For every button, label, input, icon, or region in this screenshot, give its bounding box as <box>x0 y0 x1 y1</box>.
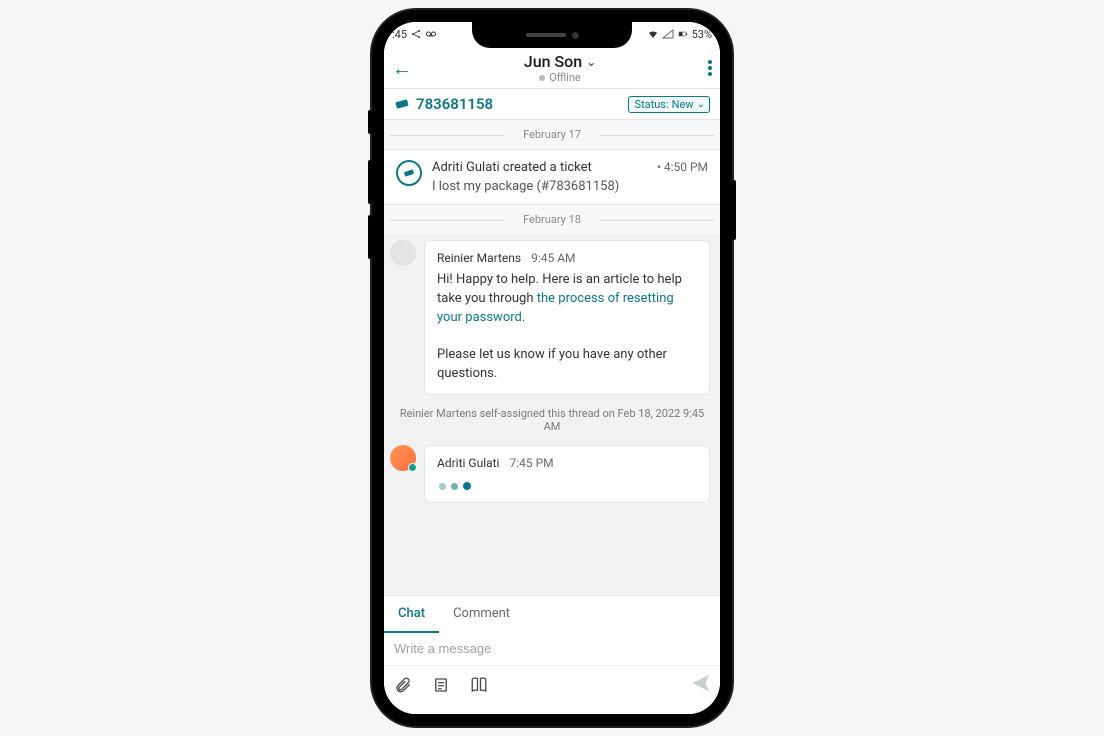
ticket-link[interactable]: 783681158 <box>394 95 493 113</box>
notch <box>472 22 632 48</box>
presence-dot-offline <box>539 75 545 81</box>
avatar[interactable] <box>390 240 416 266</box>
chevron-down-icon: ⌄ <box>697 99 705 110</box>
status-dropdown[interactable]: Status: New ⌄ <box>628 96 710 113</box>
date-separator: February 17 <box>384 120 720 149</box>
presence-dot-online <box>408 463 417 472</box>
typing-indicator <box>437 476 697 492</box>
signal-icon <box>662 28 674 40</box>
share-icon <box>410 28 422 40</box>
message-row: Reinier Martens 9:45 AM Hi! Happy to hel… <box>384 234 720 401</box>
phone-power-button <box>732 180 736 240</box>
phone-mute-button <box>368 110 372 134</box>
header-title-wrap[interactable]: Jun Son ⌄ Offline <box>418 52 702 84</box>
phone-volume-down <box>368 215 372 259</box>
phone-volume-up <box>368 160 372 204</box>
tab-comment[interactable]: Comment <box>439 596 524 633</box>
contact-name: Jun Son <box>524 52 582 71</box>
ticket-icon <box>394 96 410 112</box>
date-separator: February 18 <box>384 205 720 234</box>
message-bubble-typing: Adriti Gulati 7:45 PM <box>424 445 710 503</box>
ticket-id: 783681158 <box>416 95 493 113</box>
message-row: Adriti Gulati 7:45 PM <box>384 439 720 509</box>
ticket-bar: 783681158 Status: New ⌄ <box>384 89 720 120</box>
event-actor: Adriti Gulati created a ticket <box>432 160 592 175</box>
android-nav: ‹ <box>384 690 720 710</box>
tab-chat[interactable]: Chat <box>384 596 439 633</box>
voicemail-icon <box>425 28 437 40</box>
chevron-down-icon: ⌄ <box>586 55 596 69</box>
message-time: 7:45 PM <box>509 456 553 470</box>
ticket-created-event: Adriti Gulati created a ticket • 4:50 PM… <box>384 149 720 205</box>
phone-frame: :45 53% ← Jun Son ⌄ <box>372 10 732 726</box>
event-subject: I lost my package (#783681158) <box>432 179 708 194</box>
sender-name: Reinier Martens <box>437 251 521 265</box>
nav-home-pill[interactable] <box>571 698 607 703</box>
composer <box>384 633 720 665</box>
message-text: Please let us know if you have any other… <box>437 347 667 381</box>
system-note: Reinier Martens self-assigned this threa… <box>384 401 720 439</box>
composer-tabs: Chat Comment <box>384 595 720 633</box>
message-input[interactable] <box>394 641 710 656</box>
ticket-badge-icon <box>396 160 422 186</box>
screen: :45 53% ← Jun Son ⌄ <box>384 22 720 714</box>
presence-label: Offline <box>549 71 581 84</box>
sender-name: Adriti Gulati <box>437 456 499 470</box>
avatar[interactable] <box>390 445 416 471</box>
battery-icon <box>677 28 689 40</box>
nav-back-icon[interactable]: ‹ <box>497 692 501 708</box>
message-time: 9:45 AM <box>531 251 575 265</box>
status-label: Status: <box>635 98 669 111</box>
chat-header: ← Jun Son ⌄ Offline <box>384 46 720 89</box>
status-time: :45 <box>392 28 407 41</box>
wifi-icon <box>647 28 659 40</box>
status-value: New <box>672 98 694 111</box>
message-bubble: Reinier Martens 9:45 AM Hi! Happy to hel… <box>424 240 710 395</box>
back-button[interactable]: ← <box>392 56 412 81</box>
more-menu-button[interactable] <box>708 60 712 76</box>
message-thread[interactable]: February 17 Adriti Gulati created a tick… <box>384 120 720 595</box>
battery-percent: 53% <box>692 28 712 41</box>
event-time: • 4:50 PM <box>657 160 708 175</box>
